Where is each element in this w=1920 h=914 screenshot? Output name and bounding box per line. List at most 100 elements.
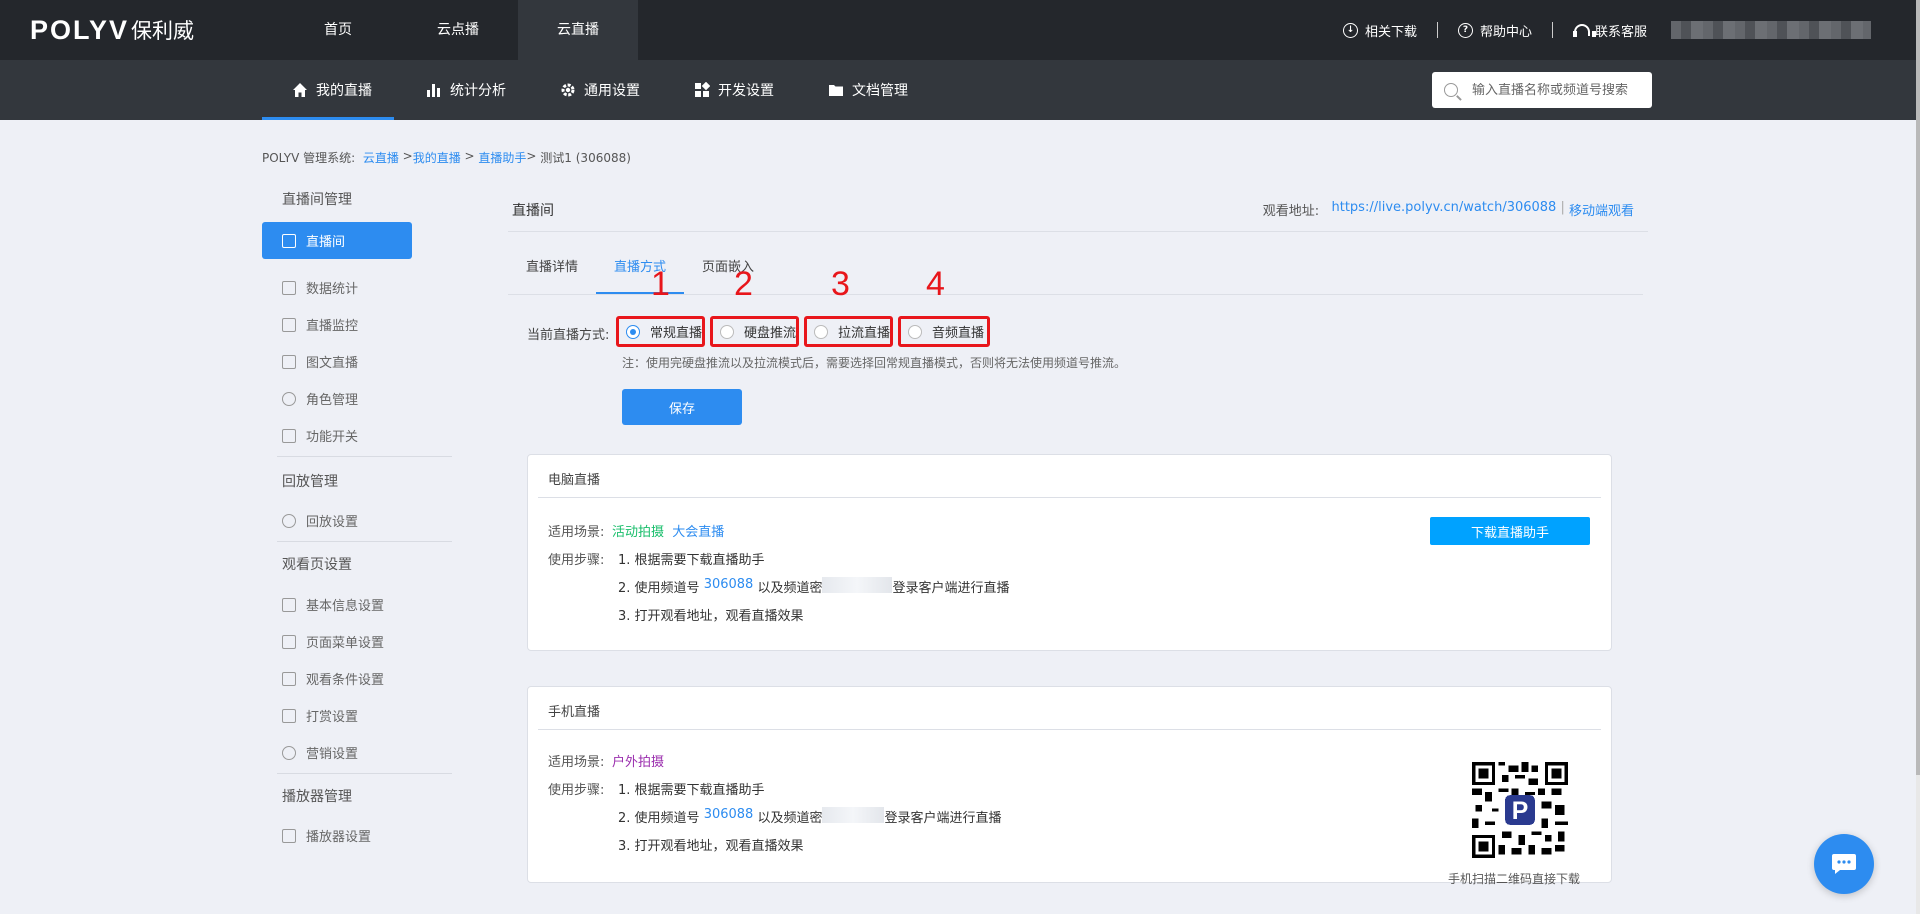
- download-icon: ↓: [1342, 22, 1358, 38]
- page-title: 直播间: [512, 203, 554, 219]
- filter-icon: [282, 671, 296, 686]
- top-nav-home[interactable]: 首页: [278, 0, 398, 60]
- radio-button-selected[interactable]: [626, 324, 640, 339]
- bar-chart-icon: [282, 280, 296, 295]
- tab-live-details[interactable]: 直播详情: [508, 252, 596, 294]
- user-account-blurred[interactable]: [1671, 21, 1871, 39]
- scene-tag: 活动拍摄: [612, 525, 665, 540]
- search-icon: [1444, 83, 1458, 97]
- mobile-watch-link[interactable]: 移动端观看: [1569, 200, 1634, 219]
- top-right-links: ↓ 相关下载 ? 帮助中心 联系客服: [1342, 0, 1871, 60]
- mode-label: 音频直播: [932, 326, 985, 341]
- sidebar-item-label: 打赏设置: [306, 710, 359, 725]
- divider: [508, 294, 1643, 295]
- sidebar-item-page-menu[interactable]: 页面菜单设置: [262, 623, 412, 660]
- mode-option-disk-push[interactable]: 硬盘推流: [710, 316, 799, 347]
- sidebar-item-label: 功能开关: [306, 430, 359, 445]
- qr-caption: 手机扫描二维码直接下载: [1448, 872, 1581, 886]
- grid-icon: [695, 82, 710, 97]
- breadcrumb-current: 测试1 (306088): [540, 151, 631, 165]
- annotation-marker-2: 2: [734, 265, 753, 303]
- download-assistant-button[interactable]: 下载直播助手: [1430, 517, 1590, 545]
- scrollbar[interactable]: [1916, 0, 1920, 914]
- scene-tag: 户外拍摄: [612, 755, 665, 770]
- save-button[interactable]: 保存: [622, 389, 742, 425]
- sidebar-item-basic-info[interactable]: 基本信息设置: [262, 586, 412, 623]
- pc-live-card: 电脑直播 适用场景: 活动拍摄 大会直播 使用步骤: 1. 根据需要下载直播助手…: [527, 454, 1612, 651]
- step-2-text: 2. 使用频道号: [618, 811, 700, 826]
- sidebar-group-title: 回放管理: [282, 474, 338, 490]
- scene-row: 适用场景: 活动拍摄 大会直播: [548, 521, 724, 540]
- breadcrumb: POLYV 管理系统: 云直播 > 我的直播 > 直播助手 > 测试1 (306…: [262, 149, 631, 166]
- window-icon: [282, 597, 296, 612]
- tab-bar: 直播详情 直播方式 页面嵌入: [508, 252, 772, 294]
- logo-text-en: POLYV: [30, 14, 130, 45]
- tab-live-mode[interactable]: 直播方式: [596, 252, 685, 294]
- support-link[interactable]: 联系客服: [1572, 21, 1647, 40]
- sidebar-item-watch-conditions[interactable]: 观看条件设置: [262, 660, 412, 697]
- toggle-icon: [282, 428, 296, 443]
- scene-row: 适用场景: 户外拍摄: [548, 751, 664, 770]
- sidebar-item-label: 基本信息设置: [306, 599, 385, 614]
- sidebar-item-label: 图文直播: [306, 356, 359, 371]
- breadcrumb-prefix: POLYV 管理系统:: [262, 151, 356, 165]
- subnav-dev-settings[interactable]: 开发设置: [664, 60, 796, 120]
- qr-code[interactable]: P: [1472, 762, 1568, 858]
- top-nav-live[interactable]: 云直播: [518, 0, 638, 60]
- downloads-link[interactable]: ↓ 相关下载: [1342, 21, 1417, 40]
- mode-option-pull-stream[interactable]: 拉流直播: [804, 316, 893, 347]
- sidebar-item-playback-settings[interactable]: 回放设置: [262, 502, 412, 539]
- sidebar-item-marketing[interactable]: 营销设置: [262, 734, 412, 771]
- step-2: 2. 使用频道号 306088 以及频道密 登录客户端进行直播: [618, 807, 1002, 826]
- steps-label: 使用步骤:: [548, 783, 605, 798]
- top-nav: 首页 云点播 云直播: [278, 0, 638, 60]
- search-input[interactable]: [1472, 82, 1642, 98]
- sidebar-group-title: 播放器管理: [282, 789, 352, 805]
- steps-row: 使用步骤: 1. 根据需要下载直播助手: [548, 549, 765, 568]
- sidebar-item-reward[interactable]: 打赏设置: [262, 697, 412, 734]
- history-icon: [282, 513, 296, 528]
- radio-button[interactable]: [814, 324, 828, 339]
- top-nav-vod[interactable]: 云点播: [398, 0, 518, 60]
- radio-button[interactable]: [908, 324, 922, 339]
- help-link[interactable]: ? 帮助中心: [1457, 21, 1532, 40]
- channel-number: 306088: [703, 807, 754, 822]
- scene-label: 适用场景:: [548, 755, 605, 770]
- subnav-label: 我的直播: [316, 83, 372, 99]
- sidebar-item-text-live[interactable]: 图文直播: [262, 343, 412, 380]
- breadcrumb-link-my-live[interactable]: 我的直播: [413, 149, 461, 166]
- chat-support-button[interactable]: [1814, 834, 1874, 894]
- subnav-general-settings[interactable]: 通用设置: [530, 60, 662, 120]
- subnav-my-live[interactable]: 我的直播: [262, 60, 394, 120]
- mode-option-audio[interactable]: 音频直播: [898, 316, 990, 347]
- sidebar-item-switches[interactable]: 功能开关: [262, 417, 412, 454]
- watch-address: 观看地址: https://live.polyv.cn/watch/306088…: [1262, 200, 1634, 219]
- polyv-logo[interactable]: POLYV 保利威: [30, 15, 194, 45]
- help-label: 帮助中心: [1479, 24, 1532, 40]
- search-box[interactable]: [1432, 72, 1652, 108]
- live-mode-label: 当前直播方式:: [527, 328, 610, 343]
- sidebar-item-label: 回放设置: [306, 515, 359, 530]
- bar-chart-icon: [427, 84, 440, 97]
- sidebar-item-monitor[interactable]: 直播监控: [262, 306, 412, 343]
- sidebar-item-player-settings[interactable]: 播放器设置: [262, 817, 412, 854]
- watch-url-link[interactable]: https://live.polyv.cn/watch/306088: [1332, 200, 1557, 219]
- scrollbar-thumb[interactable]: [1916, 0, 1920, 775]
- radio-button[interactable]: [720, 324, 734, 339]
- tab-page-embed[interactable]: 页面嵌入: [684, 252, 772, 294]
- breadcrumb-link-live[interactable]: 云直播: [363, 149, 399, 166]
- sidebar-item-roles[interactable]: 角色管理: [262, 380, 412, 417]
- yen-icon: [282, 708, 296, 723]
- annotation-marker-4: 4: [926, 265, 945, 303]
- mode-note: 注：使用完硬盘推流以及拉流模式后，需要选择回常规直播模式，否则将无法使用频道号推…: [622, 356, 1127, 370]
- step-2-text: 以及频道密: [757, 811, 823, 826]
- step-2-text: 2. 使用频道号: [618, 581, 700, 596]
- sidebar-item-data-stats[interactable]: 数据统计: [262, 269, 412, 306]
- subnav-docs[interactable]: 文档管理: [798, 60, 930, 120]
- mode-option-standard[interactable]: 常规直播: [616, 316, 705, 347]
- sidebar-item-live-room[interactable]: 直播间: [262, 222, 412, 259]
- subnav-statistics[interactable]: 统计分析: [396, 60, 528, 120]
- annotation-marker-1: 1: [651, 265, 670, 303]
- sidebar-item-label: 角色管理: [306, 393, 359, 408]
- breadcrumb-link-assistant[interactable]: 直播助手: [478, 149, 526, 166]
